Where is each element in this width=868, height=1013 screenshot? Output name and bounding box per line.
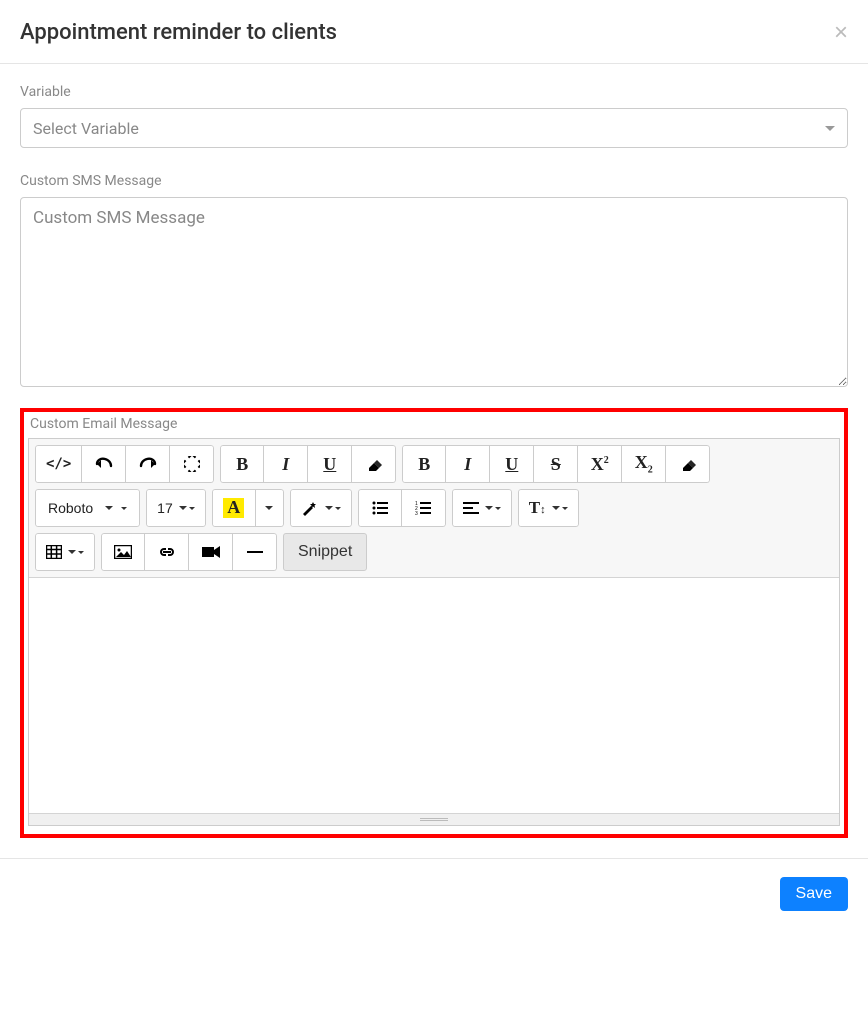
- caret-down-icon: [179, 506, 187, 510]
- caret-down-icon: [485, 506, 493, 510]
- save-button[interactable]: Save: [780, 877, 848, 911]
- eraser-icon: [366, 457, 382, 471]
- list-ol-icon: 123: [415, 501, 431, 515]
- underline-button[interactable]: U: [308, 445, 352, 483]
- bold-icon: B: [418, 455, 430, 473]
- font-color-dropdown[interactable]: [256, 489, 284, 527]
- variable-select[interactable]: Select Variable: [20, 108, 848, 148]
- caret-down-icon: [325, 506, 333, 510]
- caret-down-icon: [552, 506, 560, 510]
- strikethrough-button[interactable]: S: [534, 445, 578, 483]
- redo-icon: [139, 457, 157, 471]
- email-editor[interactable]: [29, 578, 839, 813]
- italic-icon: I: [464, 455, 471, 473]
- close-button[interactable]: ×: [834, 21, 848, 45]
- video-button[interactable]: [189, 533, 233, 571]
- eraser-button[interactable]: [352, 445, 396, 483]
- variable-label: Variable: [20, 84, 848, 100]
- font-family-dropdown[interactable]: Roboto: [35, 489, 140, 527]
- sms-label: Custom SMS Message: [20, 173, 848, 189]
- code-view-button[interactable]: </>: [35, 445, 82, 483]
- font-size-dropdown[interactable]: 17: [146, 489, 206, 527]
- magic-icon: [301, 500, 319, 516]
- table-dropdown[interactable]: [35, 533, 95, 571]
- underline-icon: U: [323, 455, 336, 473]
- caret-down-icon: [121, 507, 127, 510]
- caret-down-icon: [68, 550, 76, 554]
- link-button[interactable]: [145, 533, 189, 571]
- undo-button[interactable]: [82, 445, 126, 483]
- editor-resize-handle[interactable]: [29, 813, 839, 825]
- code-icon: </>: [46, 456, 71, 472]
- picture-icon: [114, 545, 132, 559]
- paragraph-dropdown[interactable]: [452, 489, 512, 527]
- line-height-icon: T↕: [529, 498, 546, 518]
- italic-button[interactable]: I: [264, 445, 308, 483]
- font-color-icon: A: [223, 498, 244, 518]
- superscript-icon: X2: [591, 455, 609, 473]
- font-family-value: Roboto: [48, 500, 93, 516]
- redo-button[interactable]: [126, 445, 170, 483]
- hr-icon: [247, 550, 263, 554]
- underline-icon: U: [505, 455, 518, 473]
- caret-down-icon: [562, 507, 568, 510]
- clear-format-button[interactable]: [666, 445, 710, 483]
- video-icon: [202, 546, 220, 558]
- caret-down-icon: [105, 506, 113, 510]
- caret-down-icon: [265, 506, 273, 510]
- fullscreen-button[interactable]: [170, 445, 214, 483]
- close-icon: ×: [834, 19, 848, 46]
- unordered-list-button[interactable]: [358, 489, 402, 527]
- email-section-highlight: Custom Email Message </>: [20, 408, 848, 838]
- horizontal-rule-button[interactable]: [233, 533, 277, 571]
- svg-text:3: 3: [415, 511, 418, 515]
- eraser-icon: [680, 457, 696, 471]
- caret-down-icon: [335, 507, 341, 510]
- font-color-button[interactable]: A: [212, 489, 256, 527]
- email-label: Custom Email Message: [28, 416, 840, 432]
- caret-down-icon: [495, 507, 501, 510]
- list-ul-icon: [372, 501, 388, 515]
- picture-button[interactable]: [101, 533, 145, 571]
- bold-icon: B: [236, 455, 248, 473]
- sms-textarea[interactable]: [20, 197, 848, 387]
- ordered-list-button[interactable]: 123: [402, 489, 446, 527]
- styles-dropdown[interactable]: [290, 489, 352, 527]
- superscript-button[interactable]: X2: [578, 445, 622, 483]
- strikethrough-icon: S: [551, 455, 561, 473]
- variable-select-placeholder: Select Variable: [33, 119, 139, 138]
- link-icon: [158, 547, 176, 557]
- grip-icon: [420, 818, 448, 821]
- snippet-button[interactable]: Snippet: [283, 533, 367, 571]
- italic-icon: I: [282, 455, 289, 473]
- subscript-button[interactable]: X2: [622, 445, 666, 483]
- editor-toolbar: </> B I U: [29, 439, 839, 578]
- align-icon: [463, 502, 479, 514]
- underline2-button[interactable]: U: [490, 445, 534, 483]
- caret-down-icon: [189, 507, 195, 510]
- bold2-button[interactable]: B: [402, 445, 446, 483]
- font-size-value: 17: [157, 500, 173, 516]
- undo-icon: [95, 457, 113, 471]
- caret-down-icon: [78, 551, 84, 554]
- italic2-button[interactable]: I: [446, 445, 490, 483]
- subscript-icon: X2: [635, 453, 653, 476]
- bold-button[interactable]: B: [220, 445, 264, 483]
- fullscreen-icon: [184, 456, 200, 472]
- table-icon: [46, 545, 62, 559]
- modal-title: Appointment reminder to clients: [20, 20, 337, 45]
- line-height-dropdown[interactable]: T↕: [518, 489, 579, 527]
- caret-down-icon: [825, 126, 835, 131]
